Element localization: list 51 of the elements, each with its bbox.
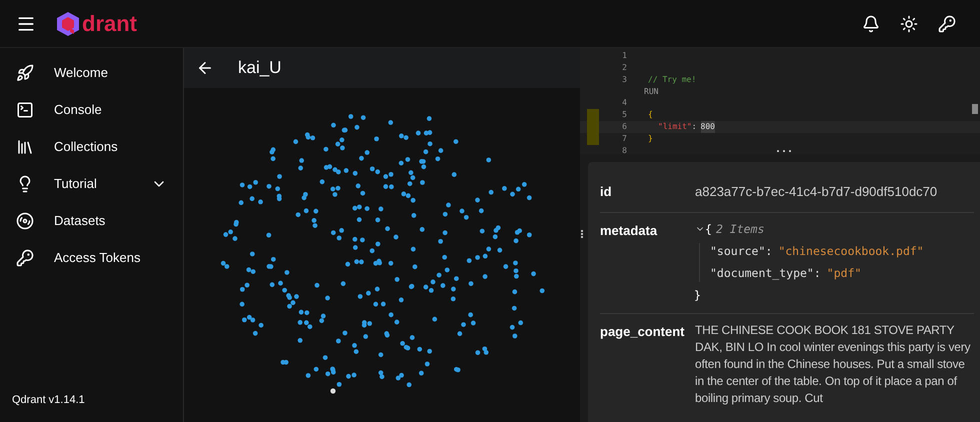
notification-icon[interactable] — [862, 14, 880, 32]
json-colon: : — [814, 265, 821, 282]
json-key: "source" — [710, 242, 766, 260]
code-comment: // Try me! — [648, 74, 696, 86]
code-number: 800 — [700, 121, 715, 133]
drag-handle-icon[interactable] — [581, 230, 584, 238]
line-number: 5 — [621, 109, 627, 121]
line-number: 3 — [621, 74, 627, 86]
theme-icon[interactable] — [900, 14, 918, 32]
json-colon: : — [765, 242, 772, 260]
line-number: 2 — [621, 62, 627, 74]
scrollbar-thumb-icon — [972, 104, 978, 114]
json-open-brace: { — [705, 220, 712, 238]
json-item-count: 2 Items — [716, 220, 764, 238]
field-label: metadata — [600, 222, 658, 240]
json-value: "chinesecookbook.pdf" — [778, 242, 924, 260]
line-number: 4 — [621, 97, 627, 109]
code-colon: : — [692, 121, 697, 133]
splitter-handle[interactable]: ... — [775, 142, 794, 154]
sidebar-item[interactable]: Tutorial — [0, 165, 183, 202]
json-close-brace: } — [694, 287, 702, 304]
documents-icon — [16, 138, 34, 156]
key-icon[interactable] — [938, 14, 956, 32]
field-label: page_content — [600, 322, 686, 341]
page-content-text: THE CHINESE COOK BOOK 181 STOVE PARTY DAK, BIN LO In cool winter evenings this party is very often found in the Chinese houses. Put a small stove in the center of the table. On top of it place a pan of boiling primary soup. Cut — [695, 322, 972, 406]
rocket-icon — [16, 64, 34, 82]
sidebar-item[interactable]: Console — [0, 91, 183, 128]
sidebar-item[interactable]: Access Tokens — [0, 239, 183, 276]
id-value: a823a77c-b7ec-41c4-b7d7-d90df510dc70 — [695, 183, 938, 201]
sidebar-item[interactable]: Welcome — [0, 54, 183, 91]
terminal-icon — [16, 100, 34, 118]
version-label: Qdrant v1.14.1 — [12, 392, 86, 408]
collection-title: kai_U — [238, 57, 282, 80]
back-button[interactable] — [196, 59, 214, 77]
code-brace: } — [648, 133, 653, 145]
line-number: 6 — [621, 121, 627, 133]
json-key: "document_type" — [710, 265, 814, 282]
field-label: id — [600, 183, 613, 201]
sidebar-item[interactable]: Datasets — [0, 202, 183, 239]
line-number: 7 — [621, 133, 627, 145]
code-brace: { — [648, 109, 653, 121]
logo-icon — [56, 10, 80, 36]
sidebar-item[interactable]: Collections — [0, 128, 183, 165]
line-number: 1 — [621, 50, 627, 62]
logo-text: drant — [82, 10, 137, 38]
run-link[interactable]: RUN — [644, 86, 658, 98]
json-value: "pdf" — [826, 265, 862, 282]
disc-icon — [16, 212, 34, 230]
code-key: "limit" — [658, 121, 692, 133]
key-icon — [16, 248, 34, 266]
line-number: 8 — [621, 145, 627, 154]
